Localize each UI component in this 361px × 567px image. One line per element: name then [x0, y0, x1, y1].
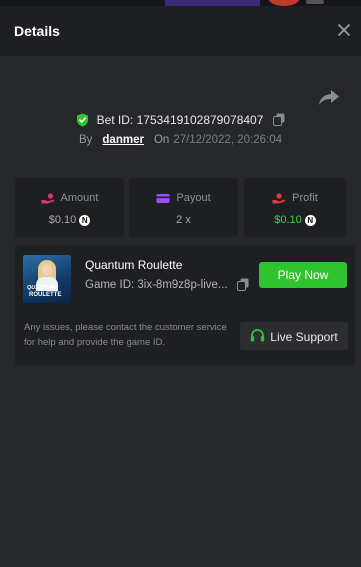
background-text-peek	[306, 0, 324, 4]
profit-label: Profit	[292, 192, 318, 204]
payout-value: 2 x	[176, 214, 191, 226]
coins-hand-icon	[41, 192, 55, 204]
share-icon[interactable]	[318, 88, 340, 106]
game-id: Game ID: 3ix-8m9z8p-live...	[85, 279, 228, 291]
currency-badge-icon: N	[304, 214, 316, 226]
by-label: By	[78, 134, 93, 146]
coins-hand-icon	[272, 192, 286, 204]
game-name: Quantum Roulette	[85, 258, 183, 272]
modal-header: Details	[0, 6, 361, 56]
payout-label: Payout	[176, 192, 211, 204]
stat-payout: Payout 2 x	[129, 178, 238, 237]
stat-profit: Profit $0.10 N	[244, 178, 346, 237]
copy-icon[interactable]	[237, 278, 249, 291]
thumbnail-host-face	[42, 264, 52, 276]
bet-stats: Amount $0.10 N Payout 2 x Profit $0.10 N	[15, 178, 346, 237]
support-notice: Any issues, please contact the customer …	[24, 322, 227, 348]
game-card: QUANTUM ROULETTE Quantum Roulette Game I…	[15, 245, 355, 365]
amount-value: $0.10	[48, 214, 77, 226]
play-now-button[interactable]: Play Now	[259, 262, 347, 288]
card-icon	[156, 193, 170, 203]
game-thumbnail[interactable]: QUANTUM ROULETTE	[23, 255, 71, 303]
headset-icon	[251, 329, 265, 342]
modal-title: Details	[14, 23, 60, 39]
live-support-label: Live Support	[270, 329, 338, 344]
verified-shield-icon	[77, 113, 89, 127]
thumbnail-title-1: QUANTUM	[27, 285, 56, 291]
thumbnail-title-2: ROULETTE	[29, 292, 62, 298]
bet-date: 27/12/2022, 20:26:04	[173, 134, 283, 146]
bet-byline: By danmer On 27/12/2022, 20:26:04	[0, 134, 361, 146]
copy-icon[interactable]	[272, 113, 285, 127]
bet-id-line: Bet ID: 1753419102879078407	[0, 112, 361, 127]
modal-body: Bet ID: 1753419102879078407 By danmer On 27…	[0, 56, 361, 567]
stat-amount: Amount $0.10 N	[15, 178, 124, 237]
username-link[interactable]: danmer	[102, 134, 144, 146]
profit-value: $0.10	[274, 214, 302, 226]
currency-badge-icon: N	[79, 214, 91, 226]
amount-label: Amount	[60, 192, 99, 204]
live-support-button[interactable]: Live Support	[240, 322, 348, 350]
on-label: On	[153, 134, 170, 146]
close-icon[interactable]	[335, 21, 353, 39]
bet-id: Bet ID: 1753419102879078407	[96, 112, 264, 127]
